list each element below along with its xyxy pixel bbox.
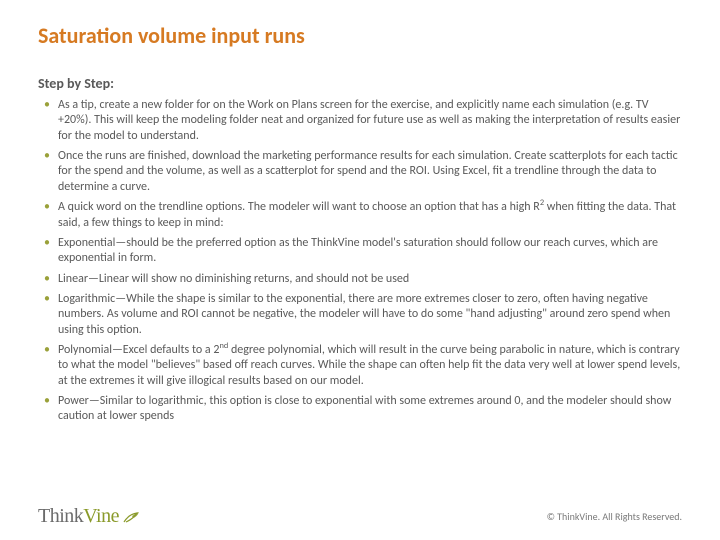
slide: Saturation volume input runs Step by Ste…	[0, 0, 720, 540]
logo-think: Think	[38, 505, 83, 528]
list-item: As a tip, create a new folder for on the…	[56, 98, 682, 144]
list-item: Power—Similar to logarithmic, this optio…	[56, 394, 682, 425]
list-item: Logarithmic—While the shape is similar t…	[56, 292, 682, 338]
leaf-icon	[123, 510, 141, 529]
bullet-list: As a tip, create a new folder for on the…	[38, 98, 682, 425]
list-item: Polynomial—Excel defaults to a 2nd degre…	[56, 343, 682, 389]
slide-title: Saturation volume input runs	[38, 22, 682, 49]
copyright: © ThinkVine. All Rights Reserved.	[547, 510, 682, 523]
footer: ThinkVine © ThinkVine. All Rights Reserv…	[0, 492, 720, 540]
list-item: Once the runs are finished, download the…	[56, 149, 682, 195]
list-item: A quick word on the trendline options. T…	[56, 200, 682, 231]
logo: ThinkVine	[38, 505, 141, 528]
list-item: Linear—Linear will show no diminishing r…	[56, 272, 682, 287]
subhead: Step by Step:	[38, 75, 682, 92]
logo-vine: Vine	[83, 505, 119, 528]
list-item: Exponential—should be the preferred opti…	[56, 236, 682, 267]
